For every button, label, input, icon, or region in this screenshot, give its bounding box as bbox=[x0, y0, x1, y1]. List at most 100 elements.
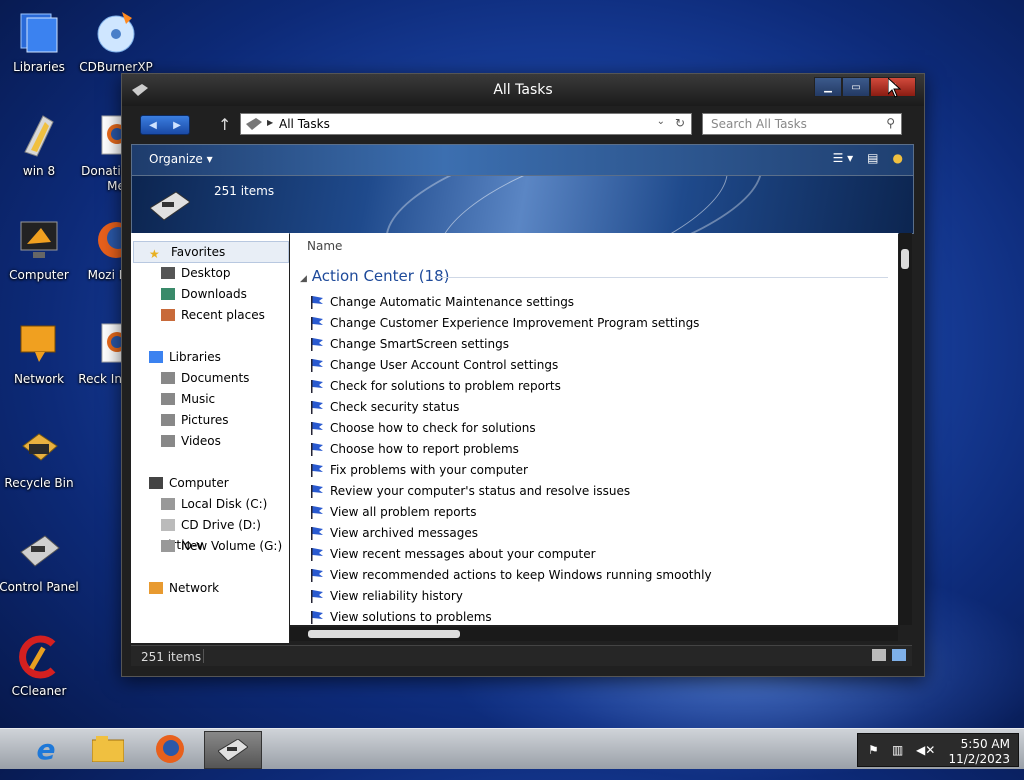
task-item[interactable]: Fix problems with your computer bbox=[310, 460, 528, 480]
task-item[interactable]: Change Automatic Maintenance settings bbox=[310, 292, 574, 312]
nav-videos[interactable]: Videos bbox=[161, 431, 221, 451]
nav-pictures[interactable]: Pictures bbox=[161, 410, 229, 430]
nav-desktop[interactable]: Desktop bbox=[161, 263, 231, 283]
banner-item-count: 251 items bbox=[214, 184, 275, 198]
task-item[interactable]: Check for solutions to problem reports bbox=[310, 376, 561, 396]
task-label: Change Automatic Maintenance settings bbox=[330, 295, 575, 309]
group-header[interactable]: ◢ Action Center (18) bbox=[300, 267, 450, 285]
task-item[interactable]: Check security status bbox=[310, 397, 459, 417]
task-item[interactable]: View recommended actions to keep Windows… bbox=[310, 565, 712, 585]
action-center-flag-icon bbox=[310, 379, 324, 393]
task-item[interactable]: Review your computer's status and resolv… bbox=[310, 481, 630, 501]
desktop-icon-cdburnerxp[interactable]: CDBurnerXP bbox=[76, 8, 156, 75]
horizontal-scrollbar[interactable] bbox=[290, 627, 898, 641]
control-panel-icon bbox=[218, 739, 248, 761]
nav-favorites[interactable]: ★ Favorites bbox=[149, 242, 225, 262]
large-icons-view-icon[interactable] bbox=[892, 649, 906, 661]
minimize-button[interactable]: ▁ bbox=[814, 77, 842, 97]
win8-icon bbox=[15, 112, 63, 160]
search-icon[interactable]: ⚲ bbox=[886, 116, 895, 130]
action-center-flag-icon bbox=[310, 442, 324, 456]
star-icon: ★ bbox=[149, 247, 160, 261]
taskbar-control-panel[interactable] bbox=[204, 731, 262, 769]
forward-arrow-icon[interactable]: ▶ bbox=[173, 120, 181, 131]
desktop-icon-win8[interactable]: win 8 bbox=[0, 112, 79, 179]
column-header-name[interactable]: Name bbox=[307, 239, 342, 253]
back-arrow-icon[interactable]: ◀ bbox=[149, 120, 157, 131]
desktop-icon bbox=[161, 267, 175, 279]
network-icon bbox=[15, 320, 63, 368]
nav-computer[interactable]: Computer bbox=[149, 473, 229, 493]
videos-icon bbox=[161, 435, 175, 447]
task-item[interactable]: Change SmartScreen settings bbox=[310, 334, 509, 354]
nav-local-disk-c[interactable]: Local Disk (C:) bbox=[161, 494, 267, 514]
horizontal-scroll-thumb[interactable] bbox=[308, 630, 460, 638]
nav-new-volume-g[interactable]: New Volume (G:) bbox=[161, 536, 282, 556]
title-bar[interactable]: All Tasks ▁ ▭ ✕ bbox=[122, 74, 924, 106]
up-arrow-icon[interactable]: ↑ bbox=[218, 115, 231, 134]
task-item[interactable]: View solutions to problems bbox=[310, 607, 492, 625]
control-panel-icon bbox=[149, 190, 191, 222]
help-icon[interactable]: ● bbox=[893, 151, 903, 165]
address-bar[interactable]: ▶ All Tasks ⌄ ↻ bbox=[240, 113, 692, 135]
task-item[interactable]: Choose how to check for solutions bbox=[310, 418, 536, 438]
task-item[interactable]: Change User Account Control settings bbox=[310, 355, 558, 375]
task-label: Change User Account Control settings bbox=[330, 358, 559, 372]
window-title: All Tasks bbox=[493, 82, 553, 98]
task-item[interactable]: View archived messages bbox=[310, 523, 478, 543]
desktop-icon-computer[interactable]: Computer bbox=[0, 216, 79, 283]
breadcrumb-arrow-icon[interactable]: ▶ bbox=[267, 118, 273, 127]
firefox-icon bbox=[156, 735, 184, 763]
nav-downloads[interactable]: Downloads bbox=[161, 284, 247, 304]
task-label: View recent messages about your computer bbox=[330, 547, 596, 561]
vertical-scrollbar[interactable] bbox=[899, 233, 912, 625]
preview-pane-icon[interactable]: ▤ bbox=[867, 151, 878, 165]
details-view-icon[interactable] bbox=[872, 649, 886, 661]
maximize-icon: ▭ bbox=[851, 81, 861, 93]
nav-music[interactable]: Music bbox=[161, 389, 215, 409]
pictures-icon bbox=[161, 414, 175, 426]
task-item[interactable]: View recent messages about your computer bbox=[310, 544, 596, 564]
search-input[interactable]: Search All Tasks ⚲ bbox=[702, 113, 902, 135]
task-item[interactable]: Choose how to report problems bbox=[310, 439, 519, 459]
maximize-button[interactable]: ▭ bbox=[842, 77, 870, 97]
taskbar-ie[interactable]: e bbox=[18, 731, 74, 767]
desktop-icon-control-panel[interactable]: Control Panel bbox=[0, 528, 79, 595]
action-center-flag-icon bbox=[310, 463, 324, 477]
action-center-flag-icon[interactable]: ⚑ bbox=[868, 743, 882, 757]
task-item[interactable]: Change Customer Experience Improvement P… bbox=[310, 313, 699, 333]
back-forward-buttons[interactable]: ◀ ▶ bbox=[140, 115, 190, 135]
desktop-icon-recycle-bin[interactable]: Recycle Bin bbox=[0, 424, 79, 491]
organize-button[interactable]: Organize ▾ bbox=[149, 152, 213, 166]
vertical-scroll-thumb[interactable] bbox=[901, 249, 909, 269]
volume-muted-icon[interactable]: ◀✕ bbox=[916, 743, 935, 757]
desktop-icon-libraries[interactable]: Libraries bbox=[0, 8, 79, 75]
collapse-triangle-icon[interactable]: ◢ bbox=[300, 274, 307, 284]
network-disconnected-icon[interactable]: ▥ bbox=[892, 743, 906, 757]
desktop-icon-network[interactable]: Network bbox=[0, 320, 79, 387]
desktop-icon-ccleaner[interactable]: CCleaner bbox=[0, 632, 79, 699]
libraries-icon bbox=[15, 8, 63, 56]
nav-cd-drive-d[interactable]: CD Drive (D:) virtio-v bbox=[161, 515, 289, 552]
nav-documents[interactable]: Documents bbox=[161, 368, 249, 388]
address-path[interactable]: All Tasks bbox=[279, 117, 330, 131]
taskbar-file-explorer[interactable] bbox=[80, 731, 136, 767]
task-label: Fix problems with your computer bbox=[330, 463, 528, 477]
nav-network[interactable]: Network bbox=[149, 578, 219, 598]
action-center-flag-icon bbox=[310, 358, 324, 372]
clock[interactable]: 5:50 AM 11/2/2023 bbox=[948, 737, 1010, 767]
drive-icon bbox=[161, 498, 175, 510]
view-options-icon[interactable]: ☰ ▾ bbox=[833, 151, 854, 165]
recycle-bin-icon bbox=[15, 424, 63, 472]
task-item[interactable]: View reliability history bbox=[310, 586, 463, 606]
folder-icon bbox=[92, 736, 124, 762]
taskbar-firefox[interactable] bbox=[142, 731, 198, 767]
nav-recent-places[interactable]: Recent places bbox=[161, 305, 265, 325]
action-center-flag-icon bbox=[310, 295, 324, 309]
status-bar: 251 items bbox=[131, 645, 912, 666]
nav-libraries[interactable]: Libraries bbox=[149, 347, 221, 367]
task-item[interactable]: View all problem reports bbox=[310, 502, 477, 522]
task-label: Change SmartScreen settings bbox=[330, 337, 509, 351]
refresh-icon[interactable]: ↻ bbox=[675, 116, 685, 130]
chevron-down-icon[interactable]: ⌄ bbox=[657, 116, 665, 127]
